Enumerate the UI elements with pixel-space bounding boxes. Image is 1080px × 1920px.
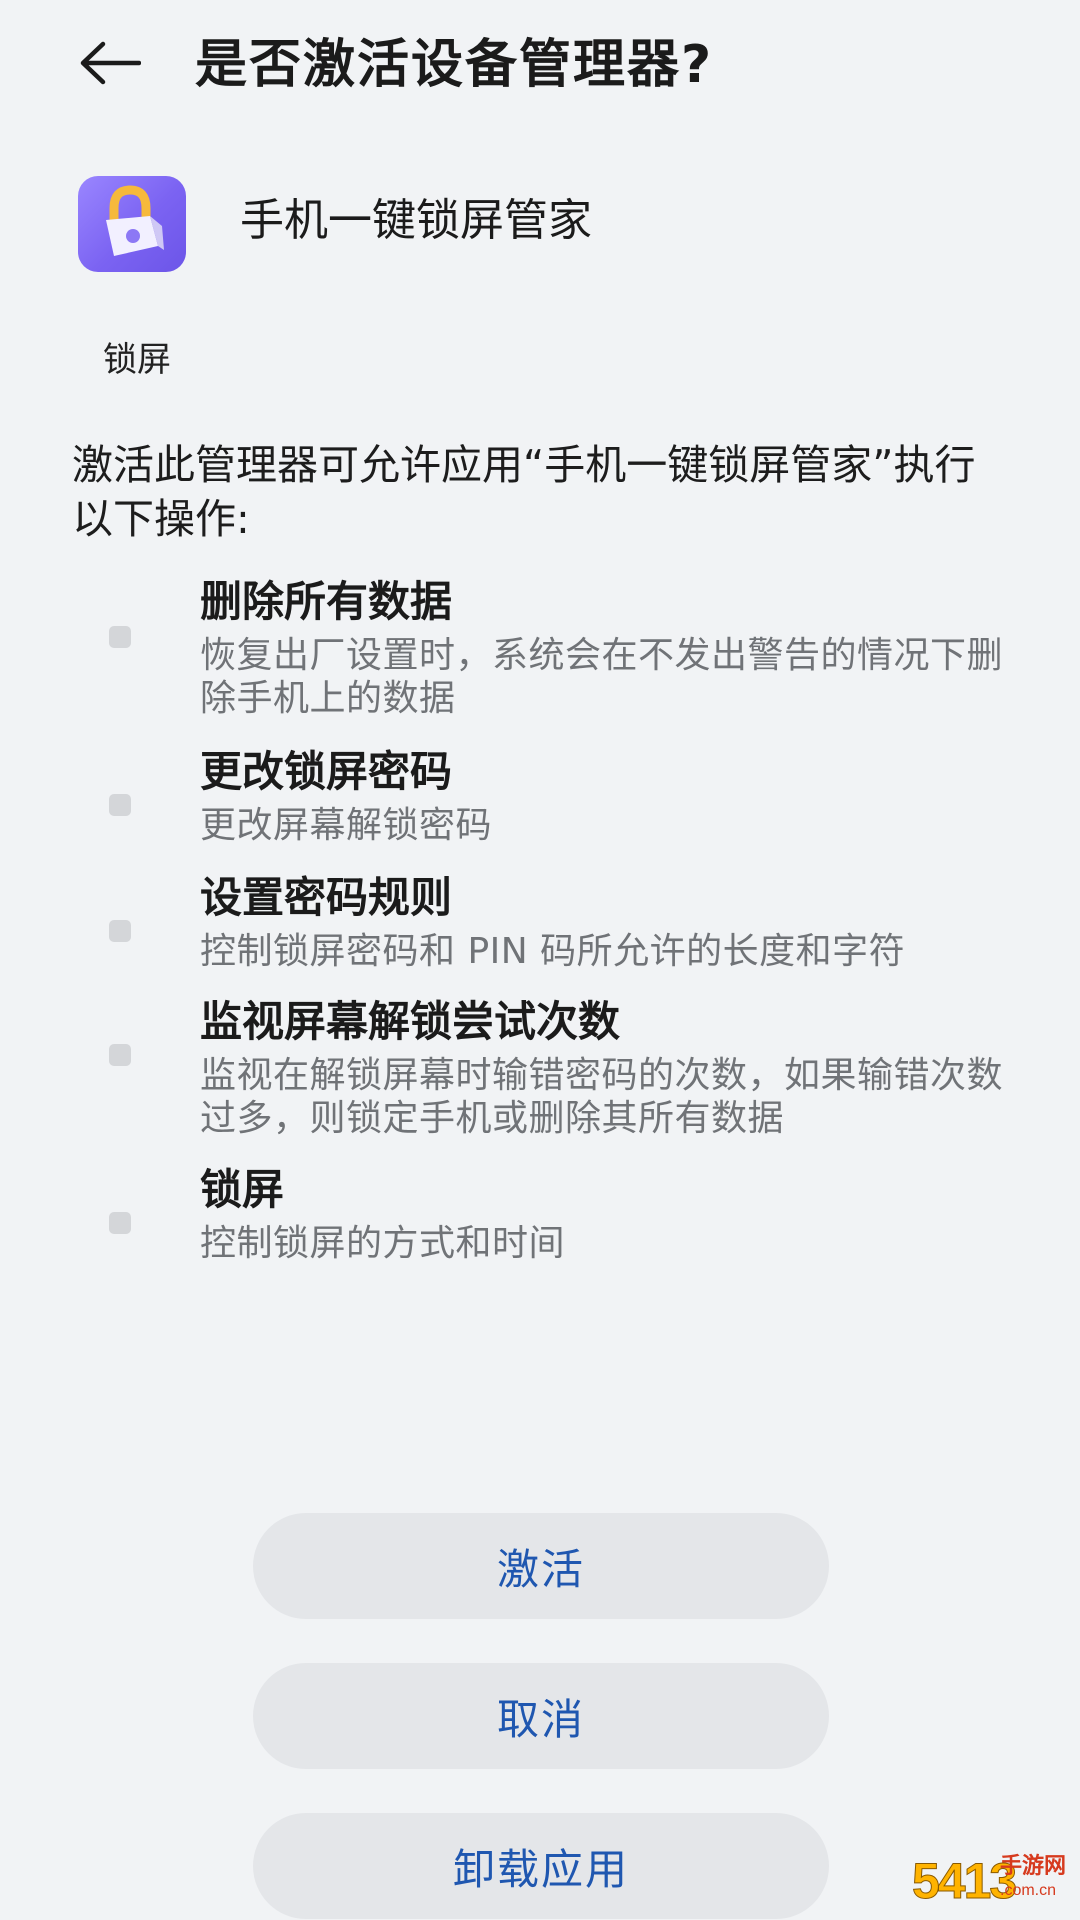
app-info: 手机一键锁屏管家 bbox=[78, 176, 978, 272]
activate-button[interactable]: 激活 bbox=[253, 1513, 829, 1619]
permission-title: 更改锁屏密码 bbox=[200, 747, 453, 796]
permission-description: 控制锁屏的方式和时间 bbox=[200, 1223, 566, 1264]
back-button[interactable] bbox=[70, 28, 150, 98]
permission-checkbox bbox=[109, 626, 131, 648]
permission-description: 更改屏幕解锁密码 bbox=[200, 805, 493, 846]
site-watermark: 5413 手游网 .com.cn bbox=[911, 1850, 1072, 1914]
permission-title: 锁屏 bbox=[200, 1165, 285, 1214]
permission-description: 控制锁屏密码和 PIN 码所允许的长度和字符 bbox=[200, 931, 906, 972]
title-bar: 是否激活设备管理器? bbox=[0, 0, 1080, 140]
permission-title: 设置密码规则 bbox=[200, 873, 453, 922]
page-title: 是否激活设备管理器? bbox=[195, 35, 714, 95]
cancel-button[interactable]: 取消 bbox=[253, 1663, 829, 1769]
permission-checkbox bbox=[109, 1212, 131, 1234]
intro-text: 激活此管理器可允许应用“手机一键锁屏管家”执行以下操作: bbox=[72, 441, 976, 543]
permission-description: 恢复出厂设置时，系统会在不发出警告的情况下删除手机上的数据 bbox=[200, 635, 1004, 719]
watermark-domain: .com.cn bbox=[1000, 1882, 1057, 1899]
app-icon bbox=[78, 176, 186, 272]
permission-title: 删除所有数据 bbox=[200, 577, 453, 626]
permission-checkbox bbox=[109, 1044, 131, 1066]
permission-checkbox bbox=[109, 794, 131, 816]
lock-icon bbox=[106, 185, 164, 256]
uninstall-app-button[interactable]: 卸载应用 bbox=[253, 1813, 829, 1919]
back-arrow-icon bbox=[80, 41, 141, 85]
watermark-site: 手游网 bbox=[1000, 1854, 1067, 1879]
app-name: 手机一键锁屏管家 bbox=[240, 195, 592, 246]
permission-description: 监视在解锁屏幕时输错密码的次数，如果输错次数过多，则锁定手机或删除其所有数据 bbox=[200, 1055, 1004, 1139]
permission-title: 监视屏幕解锁尝试次数 bbox=[200, 997, 621, 1046]
app-label: 锁屏 bbox=[103, 340, 171, 380]
permission-checkbox bbox=[109, 920, 131, 942]
